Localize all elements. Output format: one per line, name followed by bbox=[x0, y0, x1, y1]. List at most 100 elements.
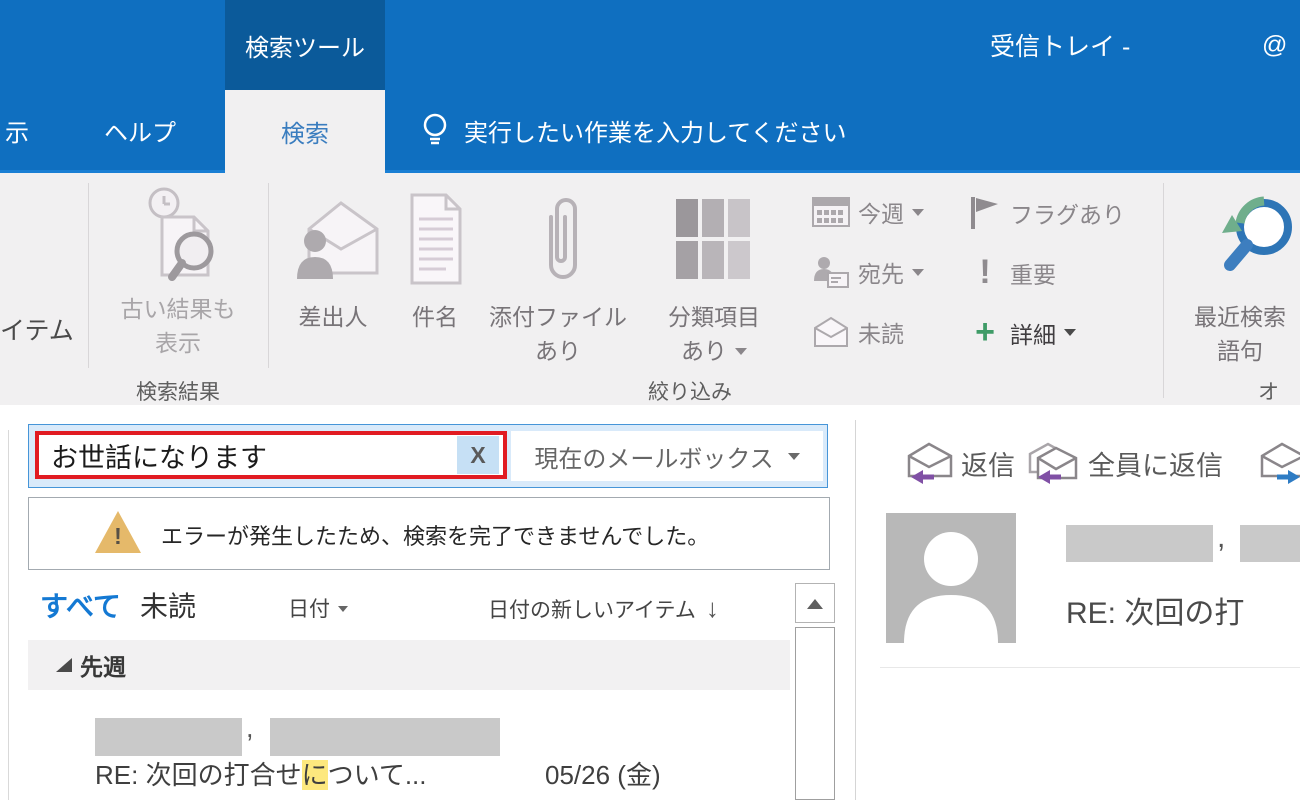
dropdown-caret-icon bbox=[912, 208, 924, 222]
categorized-button[interactable]: 分類項目 あり bbox=[638, 179, 790, 375]
to-person-icon bbox=[814, 257, 849, 288]
sort-direction-arrow: ↓ bbox=[705, 593, 719, 623]
warning-message: エラーが発生したため、検索を完了できませんでした。 bbox=[161, 523, 710, 549]
recent-searches-button[interactable]: 最近検索 語句 bbox=[1180, 179, 1300, 375]
reply-icon bbox=[907, 442, 953, 484]
email-subject: RE: 次回の打合せについて... bbox=[95, 760, 427, 790]
reply-button[interactable]: 返信 bbox=[903, 442, 1015, 484]
contextual-tab-label: 検索ツール bbox=[245, 34, 365, 62]
outlook-window: 検索ツール 受信トレイ - @ 示 ヘルプ 検索 実行したい作業を入力してくださ… bbox=[0, 0, 1300, 800]
dropdown-caret-icon bbox=[735, 347, 747, 361]
sender-comma: , bbox=[246, 713, 254, 743]
ribbon-separator bbox=[88, 183, 89, 368]
subject-label: 件名 bbox=[412, 304, 458, 330]
reply-all-button[interactable]: 全員に返信 bbox=[1026, 442, 1223, 484]
sort-by-dropdown[interactable]: 日付 bbox=[288, 593, 348, 623]
sort-order-label: 日付の新しいアイテム bbox=[488, 598, 696, 622]
from-label: 差出人 bbox=[298, 304, 368, 330]
recipient-comma: , bbox=[1217, 521, 1226, 554]
has-attachments-button[interactable]: 添付ファイル あり bbox=[480, 179, 636, 375]
scroll-up-arrow-icon bbox=[807, 591, 823, 609]
older-results-icon bbox=[148, 187, 214, 281]
tab-help[interactable]: ヘルプ bbox=[95, 90, 185, 170]
flagged-label: フラグあり bbox=[1010, 202, 1125, 228]
redacted-recipient-2 bbox=[1240, 525, 1300, 562]
dropdown-caret-icon bbox=[787, 452, 800, 466]
categories-grid-icon bbox=[676, 199, 750, 279]
categorized-label-2: あり bbox=[638, 335, 790, 367]
list-group-header[interactable]: 先週 bbox=[28, 640, 790, 690]
important-button[interactable]: ! 重要 bbox=[968, 253, 1056, 292]
group-label-options-partial: オ bbox=[1258, 381, 1279, 404]
to-label: 宛先 bbox=[858, 261, 904, 287]
content-area: お世話になります X 現在のメールボックス ! エラーが発生したため、検索を完了… bbox=[0, 405, 1300, 800]
calendar-icon bbox=[812, 197, 850, 227]
search-scope-label: 現在のメールボックス bbox=[534, 445, 774, 473]
has-attachments-label-2: あり bbox=[535, 338, 581, 364]
search-box-container: お世話になります X 現在のメールボックス bbox=[28, 424, 828, 488]
to-button[interactable]: 宛先 bbox=[812, 255, 924, 289]
older-results-label-1: 古い結果も bbox=[120, 296, 236, 322]
exclamation-icon: ! bbox=[979, 253, 991, 291]
plus-icon: + bbox=[975, 313, 995, 351]
this-week-label: 今週 bbox=[858, 201, 904, 227]
list-scrollbar[interactable] bbox=[795, 583, 835, 800]
dropdown-caret-icon bbox=[912, 268, 924, 282]
from-icon bbox=[297, 201, 379, 279]
this-week-button[interactable]: 今週 bbox=[812, 195, 924, 229]
email-date: 05/26 (金) bbox=[545, 760, 661, 790]
all-items-button-partial[interactable]: イテム bbox=[0, 311, 74, 347]
include-older-results-button[interactable]: 古い結果も 表示 bbox=[96, 179, 260, 375]
sort-order-button[interactable]: 日付の新しいアイテム ↓ bbox=[488, 593, 719, 624]
from-button[interactable]: 差出人 bbox=[278, 179, 388, 375]
contextual-tab-header: 検索ツール bbox=[225, 0, 385, 90]
lightbulb-icon bbox=[423, 113, 447, 145]
search-scope-dropdown[interactable]: 現在のメールボックス bbox=[511, 431, 823, 481]
filter-tab-all[interactable]: すべて bbox=[40, 585, 121, 625]
filter-tab-unread[interactable]: 未読 bbox=[140, 585, 196, 625]
unread-button[interactable]: 未読 bbox=[812, 315, 904, 349]
categorized-label-1: 分類項目 bbox=[668, 304, 760, 330]
reading-pane-divider bbox=[880, 667, 1300, 668]
ribbon-separator bbox=[268, 183, 269, 368]
title-bar: 検索ツール 受信トレイ - @ bbox=[0, 0, 1300, 90]
redacted-recipient-1 bbox=[1066, 525, 1213, 562]
scrollbar-up-button[interactable] bbox=[795, 583, 835, 623]
recent-searches-label-1: 最近検索 bbox=[1194, 304, 1286, 330]
window-title: 受信トレイ - bbox=[990, 33, 1131, 61]
more-button[interactable]: + 詳細 bbox=[968, 313, 1076, 352]
warning-icon: ! bbox=[95, 511, 141, 553]
subject-icon bbox=[410, 193, 462, 285]
more-label: 詳細 bbox=[1010, 321, 1056, 348]
dropdown-caret-icon bbox=[338, 605, 348, 617]
tell-me-label: 実行したい作業を入力してください bbox=[464, 119, 847, 147]
recent-searches-label-2: 語句 bbox=[1217, 338, 1263, 364]
forward-icon bbox=[1260, 442, 1300, 484]
tell-me-box[interactable]: 実行したい作業を入力してください bbox=[420, 90, 847, 170]
group-header-label: 先週 bbox=[80, 654, 126, 680]
recent-searches-icon bbox=[1222, 196, 1292, 271]
clear-search-button[interactable]: X bbox=[457, 436, 499, 474]
email-list-item[interactable]: , RE: 次回の打合せについて... 05/26 (金) bbox=[28, 695, 790, 800]
subject-button[interactable]: 件名 bbox=[392, 179, 478, 375]
ribbon-separator bbox=[1163, 183, 1164, 398]
search-query-text: お世話になります bbox=[51, 442, 267, 473]
forward-button[interactable] bbox=[1256, 442, 1300, 484]
older-results-label-2: 表示 bbox=[155, 330, 201, 356]
important-label: 重要 bbox=[1010, 261, 1056, 288]
flagged-button[interactable]: フラグあり bbox=[968, 195, 1125, 231]
tab-search[interactable]: 検索 bbox=[225, 90, 385, 173]
search-error-banner: ! エラーが発生したため、検索を完了できませんでした。 bbox=[28, 497, 830, 570]
person-silhouette-icon bbox=[904, 532, 998, 643]
search-input[interactable]: お世話になります X bbox=[35, 431, 507, 479]
unread-envelope-icon bbox=[814, 316, 848, 347]
reply-all-icon bbox=[1028, 442, 1078, 484]
group-label-refine: 絞り込み bbox=[648, 381, 732, 404]
scrollbar-thumb[interactable] bbox=[795, 627, 835, 800]
has-attachments-label-1: 添付ファイル bbox=[489, 304, 627, 330]
reply-all-label: 全員に返信 bbox=[1088, 450, 1223, 481]
sort-by-label: 日付 bbox=[288, 598, 330, 621]
unread-label: 未読 bbox=[858, 321, 904, 347]
tab-view-partial[interactable]: 示 bbox=[0, 90, 34, 170]
pane-splitter[interactable] bbox=[855, 420, 856, 800]
